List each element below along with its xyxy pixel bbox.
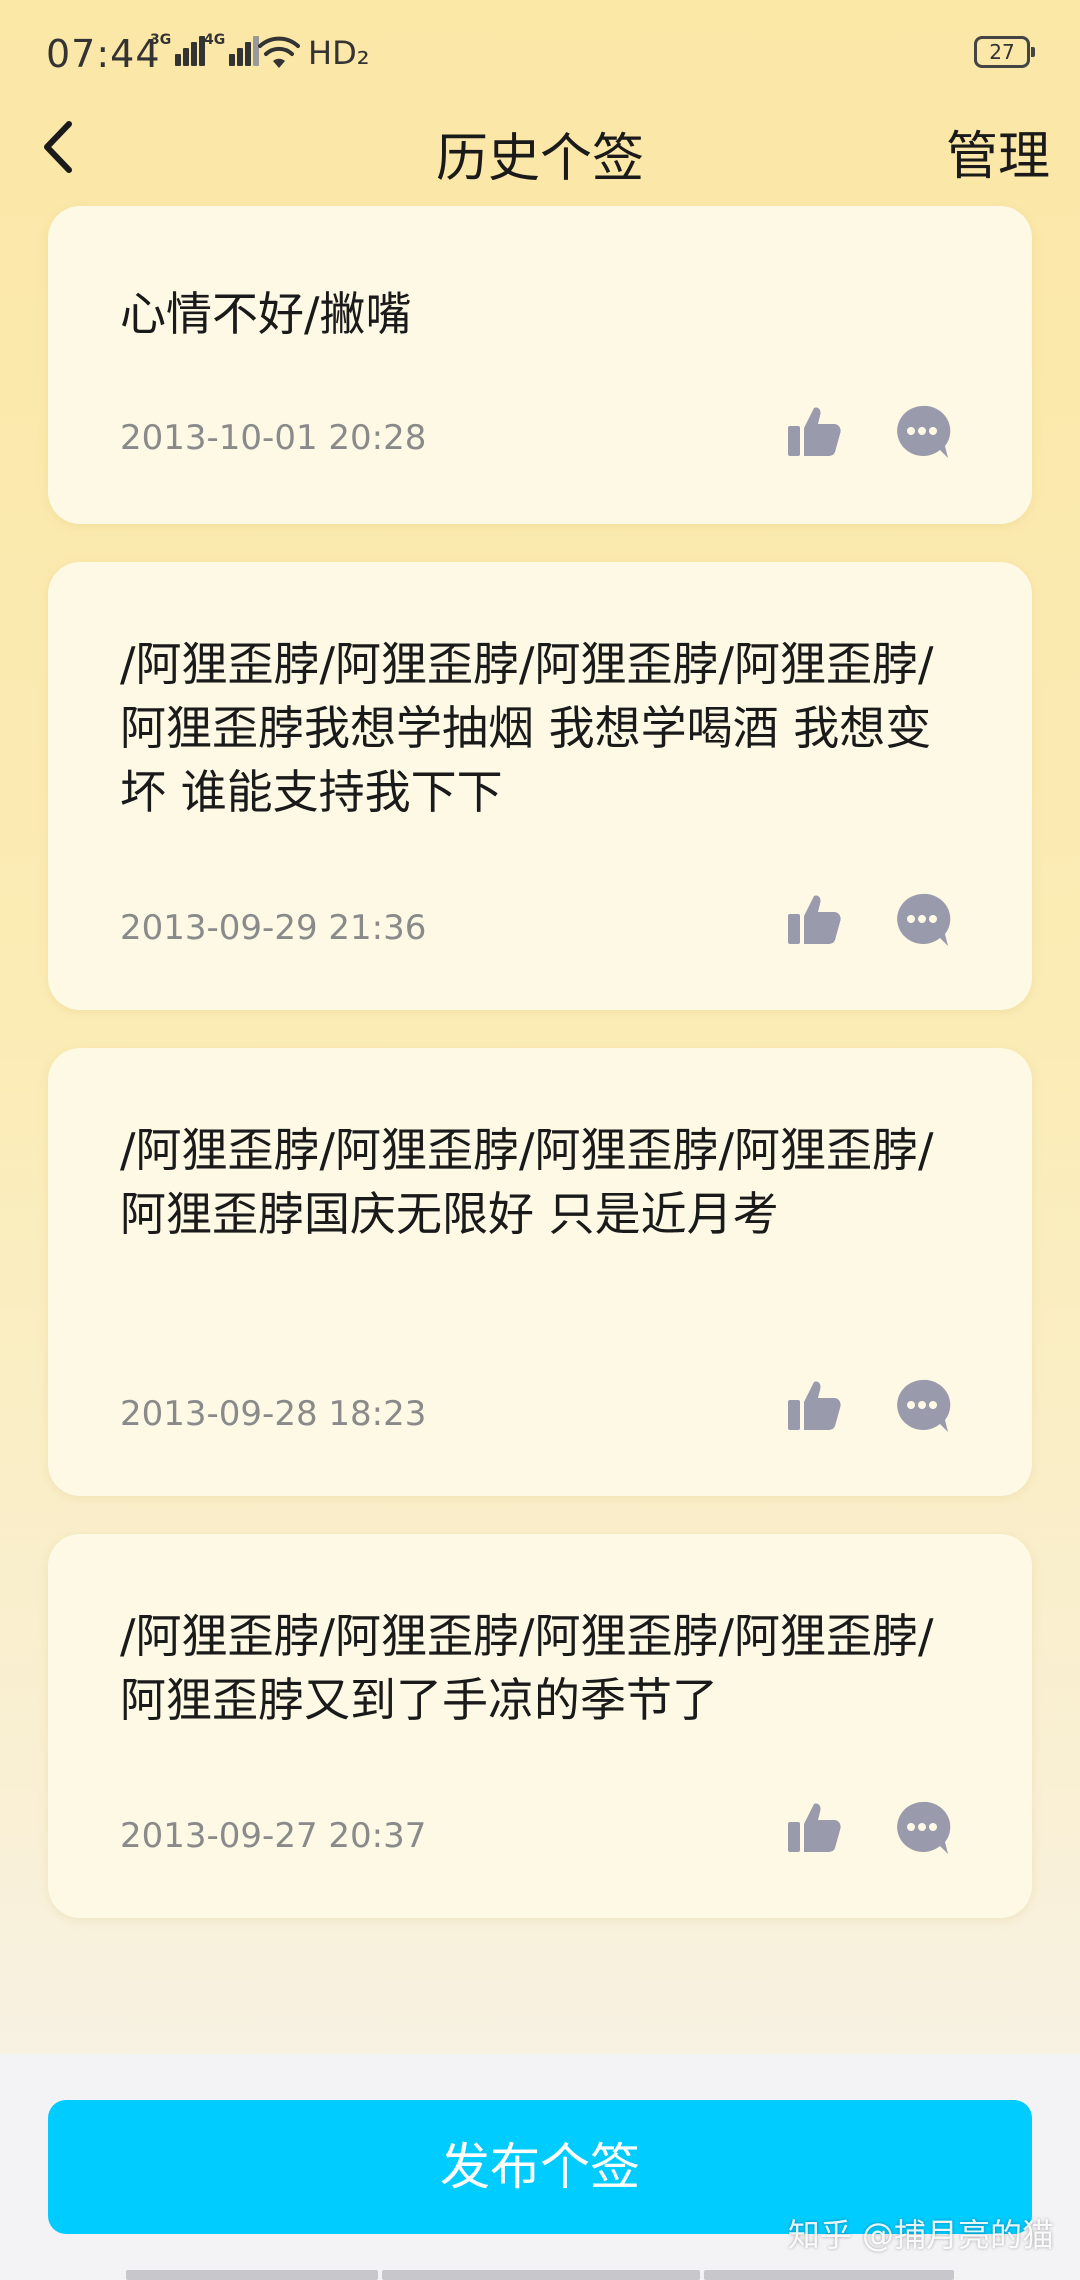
watermark-text: 知乎 @捕月亮的猫 — [787, 2216, 1054, 2254]
signature-date: 2013-10-01 20:28 — [120, 418, 427, 458]
network-type-label: 4G — [204, 32, 226, 48]
signature-date: 2013-09-28 18:23 — [120, 1394, 427, 1434]
status-bar: 07:44 3G 4G HD₂ 27 — [0, 0, 1080, 110]
thumbs-up-icon[interactable] — [784, 1376, 844, 1436]
signature-card: /阿狸歪脖/阿狸歪脖/阿狸歪脖/阿狸歪脖/阿狸歪脖国庆无限好 只是近月考 201… — [48, 1048, 1032, 1496]
thumbs-up-icon[interactable] — [784, 890, 844, 950]
comment-bubble-icon[interactable] — [892, 890, 952, 950]
battery-icon: 27 — [974, 36, 1035, 68]
comment-bubble-icon[interactable] — [892, 1798, 952, 1858]
manage-button[interactable]: 管理 — [946, 114, 1050, 189]
bottom-action-bar: 发布个签 知乎 @捕月亮的猫 — [0, 2054, 1080, 2280]
signature-date: 2013-09-29 21:36 — [120, 908, 427, 948]
comment-bubble-icon[interactable] — [892, 402, 952, 462]
bottom-strip — [126, 2270, 378, 2280]
signal-4g-icon: 4G — [204, 32, 260, 66]
signature-text: /阿狸歪脖/阿狸歪脖/阿狸歪脖/阿狸歪脖/阿狸歪脖又到了手凉的季节了 — [120, 1609, 934, 1727]
signature-text: /阿狸歪脖/阿狸歪脖/阿狸歪脖/阿狸歪脖/阿狸歪脖我想学抽烟 我想学喝酒 我想变… — [120, 637, 934, 819]
status-time: 07:44 — [46, 32, 161, 76]
wifi-icon — [258, 36, 300, 68]
signature-card: /阿狸歪脖/阿狸歪脖/阿狸歪脖/阿狸歪脖/阿狸歪脖又到了手凉的季节了 2013-… — [48, 1534, 1032, 1918]
signal-3g-icon: 3G — [150, 32, 206, 66]
comment-bubble-icon[interactable] — [892, 1376, 952, 1436]
signature-card: 心情不好/撇嘴 2013-10-01 20:28 — [48, 206, 1032, 524]
page-title: 历史个签 — [435, 129, 644, 189]
bottom-strip — [704, 2270, 954, 2280]
signature-date: 2013-09-27 20:37 — [120, 1816, 427, 1856]
thumbs-up-icon[interactable] — [784, 1798, 844, 1858]
network-type-label: 3G — [150, 32, 172, 48]
signature-card: /阿狸歪脖/阿狸歪脖/阿狸歪脖/阿狸歪脖/阿狸歪脖我想学抽烟 我想学喝酒 我想变… — [48, 562, 1032, 1010]
signature-text: /阿狸歪脖/阿狸歪脖/阿狸歪脖/阿狸歪脖/阿狸歪脖国庆无限好 只是近月考 — [120, 1123, 934, 1241]
hd-voice-indicator: HD₂ — [308, 34, 370, 72]
thumbs-up-icon[interactable] — [784, 402, 844, 462]
signature-text: 心情不好/撇嘴 — [120, 287, 412, 341]
bottom-strip — [382, 2270, 700, 2280]
header: 历史个签 管理 — [0, 100, 1080, 200]
